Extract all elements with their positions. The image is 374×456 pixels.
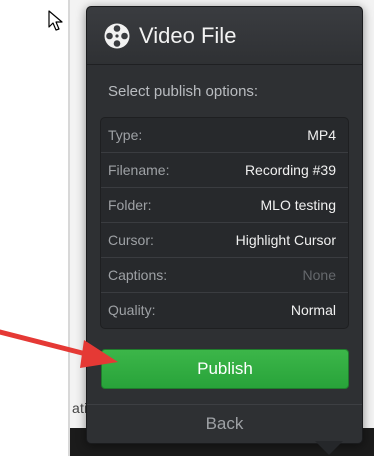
option-label: Filename:	[108, 162, 170, 178]
red-arrow-annotation-icon	[0, 329, 118, 368]
popover-subtitle: Select publish options:	[108, 83, 259, 100]
option-row-filename[interactable]: Filename: Recording #39	[101, 153, 348, 188]
popover-caret	[315, 441, 343, 455]
option-value: Recording #39	[244, 162, 336, 178]
option-value: Normal	[290, 302, 336, 318]
option-value: MLO testing	[260, 197, 336, 213]
option-label: Captions:	[108, 267, 168, 283]
option-label: Folder:	[108, 197, 152, 213]
back-button[interactable]: Back	[87, 405, 362, 443]
option-value: None	[302, 267, 336, 283]
popover-header: Video File	[87, 7, 362, 65]
mouse-pointer-icon	[48, 10, 63, 31]
option-row-quality[interactable]: Quality: Normal	[101, 293, 348, 328]
option-row-folder[interactable]: Folder: MLO testing	[101, 188, 348, 223]
film-reel-icon	[104, 23, 130, 49]
popover-title: Video File	[139, 23, 237, 48]
option-label: Quality:	[108, 302, 156, 318]
publish-options-popover: Video File Select publish options: Type:…	[86, 6, 363, 444]
option-value: MP4	[307, 127, 336, 143]
option-row-captions[interactable]: Captions: None	[101, 258, 348, 293]
publish-options-list: Type: MP4 Filename: Recording #39 Folder…	[100, 117, 349, 329]
publish-button[interactable]: Publish	[101, 349, 349, 389]
background-left-pane	[0, 0, 70, 456]
option-value: Highlight Cursor	[235, 232, 336, 248]
option-row-type[interactable]: Type: MP4	[101, 118, 348, 153]
option-label: Cursor:	[108, 232, 154, 248]
option-label: Type:	[108, 127, 143, 143]
option-row-cursor[interactable]: Cursor: Highlight Cursor	[101, 223, 348, 258]
